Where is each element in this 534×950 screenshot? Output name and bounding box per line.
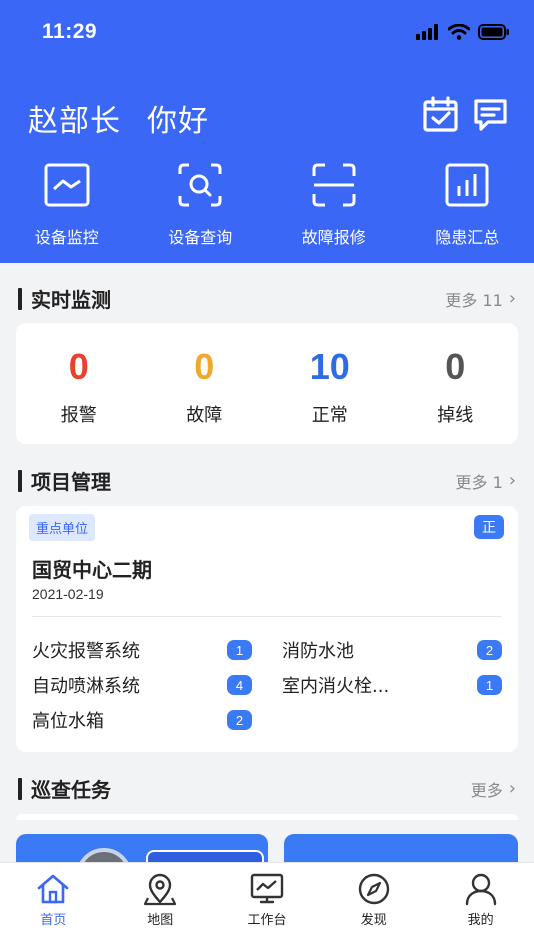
more-label: 更多 (470, 781, 503, 800)
tab-home[interactable]: 首页 (0, 863, 107, 950)
tab-bar: 首页 地图 工作台 发现 我的 (0, 862, 534, 950)
stat-offline[interactable]: 0 掉线 (393, 323, 519, 444)
system-count: 2 (227, 710, 252, 730)
stat-label: 报警 (60, 405, 97, 426)
chevron-right-icon: › (508, 288, 516, 309)
project-name: 国贸中心二期 (32, 558, 152, 582)
status-time: 11:29 (42, 20, 98, 43)
quick-label: 故障报修 (301, 228, 366, 247)
bar-chart-icon (445, 163, 489, 207)
status-badge: 正 (474, 515, 504, 539)
system-count: 4 (227, 675, 252, 695)
divider (32, 616, 502, 617)
system-item[interactable]: 火灾报警系统 1 (32, 637, 252, 663)
message-icon[interactable] (472, 96, 510, 134)
system-item[interactable]: 室内消火栓... 1 (282, 672, 502, 698)
battery-icon (478, 24, 509, 40)
stat-value: 10 (309, 346, 350, 387)
scan-frame-icon (312, 163, 356, 207)
more-label: 更多 1 (455, 473, 503, 492)
patrol-more-link[interactable]: 更多 › (471, 777, 516, 801)
tab-label: 工作台 (247, 913, 287, 928)
tab-discover[interactable]: 发现 (320, 863, 427, 950)
quick-label: 设备监控 (34, 228, 99, 247)
greeting-text: 你好 (147, 104, 209, 139)
tab-label: 地图 (147, 913, 174, 928)
status-icons (416, 24, 510, 40)
system-item[interactable]: 消防水池 2 (282, 637, 502, 663)
user-icon (465, 873, 496, 906)
quick-actions: 设备监控 设备查询 故障报修 隐患汇总 (0, 160, 534, 248)
stat-normal[interactable]: 10 正常 (267, 323, 393, 444)
header: 11:29 赵部长 你好 设备监控 设备查询 故障报修 隐患汇总 (0, 0, 534, 263)
realtime-title: 实时监测 (18, 284, 111, 313)
monitor-chart-icon (44, 163, 90, 207)
stat-label: 掉线 (437, 405, 474, 426)
stat-label: 正常 (311, 405, 348, 426)
tab-label: 发现 (360, 913, 387, 928)
stat-value: 0 (194, 346, 215, 387)
quick-label: 设备查询 (168, 228, 233, 247)
status-bar: 11:29 (0, 0, 534, 62)
quick-fault-report[interactable]: 故障报修 (267, 160, 401, 248)
system-name: 火灾报警系统 (32, 641, 140, 662)
project-more-link[interactable]: 更多 1 › (456, 469, 516, 493)
compass-icon (358, 873, 389, 905)
tab-workbench[interactable]: 工作台 (214, 863, 321, 950)
wifi-icon (448, 24, 470, 40)
system-item[interactable]: 高位水箱 2 (32, 707, 252, 733)
project-card[interactable]: 重点单位 正 国贸中心二期 2021-02-19 火灾报警系统 1 消防水池 2… (16, 506, 518, 752)
map-pin-icon (144, 873, 177, 906)
tab-label: 首页 (40, 913, 67, 928)
signal-icon (416, 24, 438, 40)
project-title: 项目管理 (18, 466, 111, 495)
system-count: 1 (477, 675, 502, 695)
stat-alarm[interactable]: 0 报警 (16, 323, 142, 444)
stat-value: 0 (445, 346, 466, 387)
stat-value: 0 (68, 346, 89, 387)
home-icon (38, 874, 69, 904)
quick-device-monitor[interactable]: 设备监控 (0, 160, 134, 248)
system-name: 消防水池 (282, 641, 354, 662)
patrol-card-edge (16, 814, 518, 820)
project-date: 2021-02-19 (32, 586, 104, 602)
calendar-check-icon[interactable] (422, 96, 460, 134)
workbench-icon (250, 873, 284, 904)
system-item[interactable]: 自动喷淋系统 4 (32, 672, 252, 698)
quick-label: 隐患汇总 (435, 228, 500, 247)
tab-mine[interactable]: 我的 (427, 863, 534, 950)
key-unit-tag: 重点单位 (29, 514, 96, 541)
tab-map[interactable]: 地图 (107, 863, 214, 950)
scan-search-icon (178, 163, 222, 207)
greeting: 赵部长 你好 (28, 96, 209, 140)
stat-fault[interactable]: 0 故障 (142, 323, 268, 444)
realtime-card: 0 报警 0 故障 10 正常 0 掉线 (16, 323, 518, 444)
system-count: 1 (227, 640, 252, 660)
chevron-right-icon: › (508, 470, 516, 491)
realtime-more-link[interactable]: 更多 11 › (445, 287, 516, 311)
patrol-title: 巡查任务 (18, 774, 111, 803)
quick-device-query[interactable]: 设备查询 (134, 160, 268, 248)
chevron-right-icon: › (508, 778, 516, 799)
system-name: 自动喷淋系统 (32, 676, 140, 697)
more-label: 更多 11 (445, 291, 503, 310)
quick-hazard-summary[interactable]: 隐患汇总 (401, 160, 534, 248)
system-name: 室内消火栓... (282, 676, 390, 697)
tab-label: 我的 (467, 913, 494, 928)
greeting-name: 赵部长 (28, 104, 121, 139)
system-name: 高位水箱 (32, 711, 104, 732)
stat-label: 故障 (186, 405, 223, 426)
system-count: 2 (477, 640, 502, 660)
